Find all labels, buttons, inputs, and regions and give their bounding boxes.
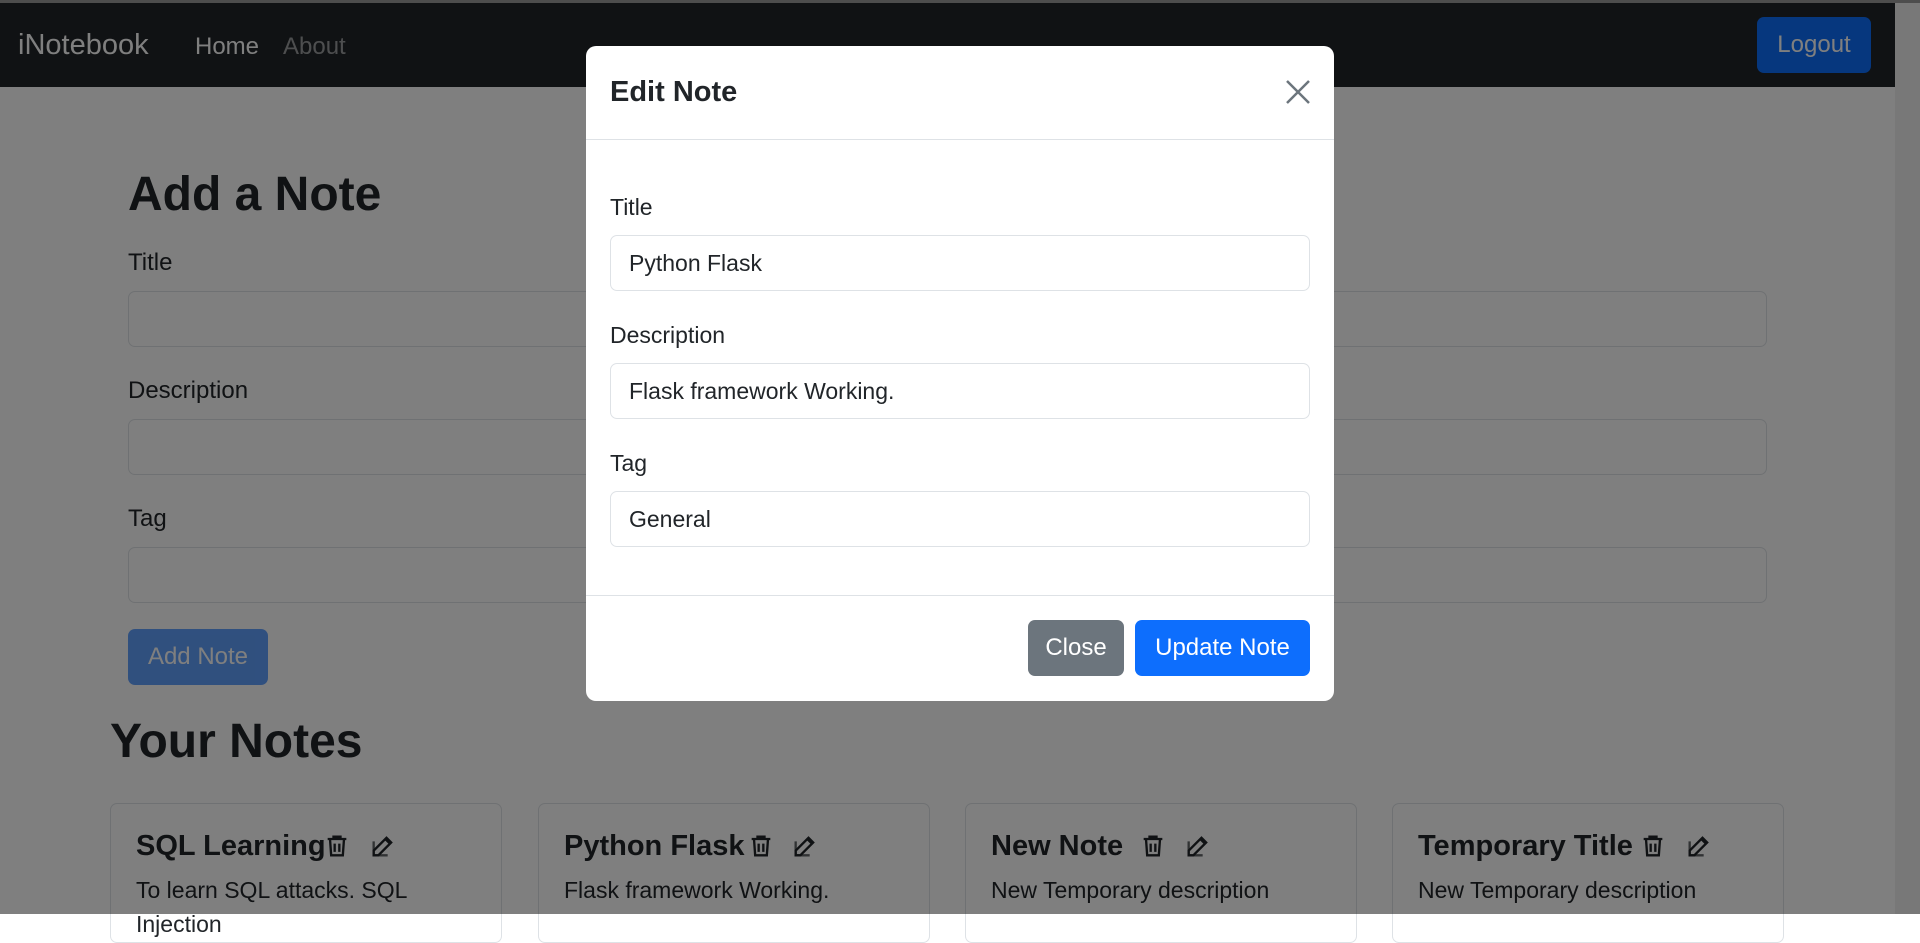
modal-header: Edit Note [586,46,1334,140]
edit-tag-input[interactable] [610,491,1310,547]
close-icon[interactable] [1282,76,1314,108]
modal-footer: Close Update Note [586,595,1334,701]
edit-tag-label: Tag [610,450,648,476]
edit-note-modal: Edit Note Title Description Tag Close Up… [586,46,1334,701]
close-button[interactable]: Close [1028,620,1124,676]
edit-title-input[interactable] [610,235,1310,291]
modal-title: Edit Note [610,76,738,108]
edit-title-label: Title [610,194,653,220]
edit-description-input[interactable] [610,363,1310,419]
update-note-button[interactable]: Update Note [1135,620,1310,676]
edit-description-label: Description [610,322,726,348]
